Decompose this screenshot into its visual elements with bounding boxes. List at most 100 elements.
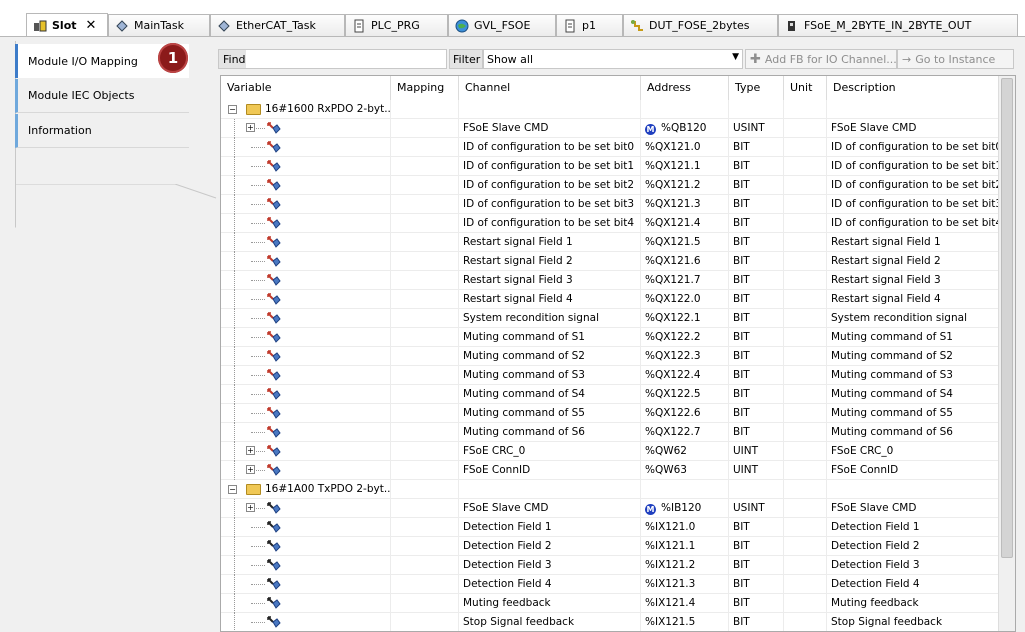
column-header-variable[interactable]: Variable <box>221 76 391 100</box>
cell-mapping[interactable] <box>391 613 459 631</box>
cell-channel <box>459 480 641 499</box>
table-row[interactable]: ID of configuration to be set bit1 %QX121… <box>221 157 998 176</box>
cell-mapping[interactable] <box>391 119 459 138</box>
cell-mapping[interactable] <box>391 157 459 176</box>
tree-line <box>234 423 235 442</box>
tab-gvl-fsoe[interactable]: GVL_FSOE <box>448 14 556 36</box>
tab-slot[interactable]: Slot ✕ <box>26 13 108 37</box>
table-row[interactable]: Muting command of S4 %QX122.5 BIT Muting co… <box>221 385 998 404</box>
cell-type: BIT <box>729 518 784 537</box>
cell-unit <box>784 347 827 366</box>
cell-mapping[interactable] <box>391 195 459 214</box>
cell-description: Detection Field 1 <box>827 518 998 537</box>
find-input[interactable] <box>246 50 446 68</box>
table-row[interactable]: ID of configuration to be set bit3 %QX121… <box>221 195 998 214</box>
table-row[interactable]: Restart signal Field 1 %QX121.5 BIT Restart… <box>221 233 998 252</box>
table-row[interactable]: Muting command of S1 %QX122.2 BIT Muting co… <box>221 328 998 347</box>
cell-mapping[interactable] <box>391 176 459 195</box>
table-group-row[interactable]: − 16#1A00 TxPDO 2-byt... <box>221 480 998 499</box>
table-row[interactable]: Muting command of S5 %QX122.6 BIT Muting co… <box>221 404 998 423</box>
output-channel-icon <box>267 369 281 381</box>
tab-plc-prg[interactable]: PLC_PRG <box>345 14 448 36</box>
cell-mapping[interactable] <box>391 328 459 347</box>
cell-mapping[interactable] <box>391 309 459 328</box>
mapped-marker-icon: M <box>645 504 656 515</box>
table-row[interactable]: + FSoE CRC_0 %QW62 UINT FSoE CRC_0 <box>221 442 998 461</box>
column-header-channel[interactable]: Channel <box>459 76 641 100</box>
table-row[interactable]: ID of configuration to be set bit4 %QX121… <box>221 214 998 233</box>
table-row[interactable]: ID of configuration to be set bit0 %QX121… <box>221 138 998 157</box>
scrollbar-thumb[interactable] <box>1001 78 1013 558</box>
table-group-row[interactable]: − 16#1600 RxPDO 2-byt... <box>221 100 998 119</box>
cell-mapping[interactable] <box>391 214 459 233</box>
cell-mapping[interactable] <box>391 347 459 366</box>
cell-mapping[interactable] <box>391 290 459 309</box>
table-row[interactable]: + FSoE Slave CMD M %IB120 USINT FSoE Slave CM… <box>221 499 998 518</box>
cell-unit <box>784 461 827 480</box>
collapse-icon[interactable]: − <box>228 485 237 494</box>
cell-mapping[interactable] <box>391 556 459 575</box>
description-value: FSoE CRC_0 <box>831 445 894 457</box>
cell-mapping[interactable] <box>391 594 459 613</box>
cell-mapping[interactable] <box>391 138 459 157</box>
cell-mapping[interactable] <box>391 480 459 499</box>
table-row[interactable]: Restart signal Field 3 %QX121.7 BIT Restart… <box>221 271 998 290</box>
cell-address: %QX122.2 <box>641 328 729 347</box>
expand-icon[interactable]: + <box>246 503 255 512</box>
table-row[interactable]: Muting command of S3 %QX122.4 BIT Muting co… <box>221 366 998 385</box>
column-header-type[interactable]: Type <box>729 76 784 100</box>
expand-icon[interactable]: + <box>246 446 255 455</box>
side-tab-information[interactable]: Information <box>15 114 189 148</box>
column-header-mapping[interactable]: Mapping <box>391 76 459 100</box>
cell-mapping[interactable] <box>391 366 459 385</box>
cell-mapping[interactable] <box>391 442 459 461</box>
tab-dut-fose-2bytes[interactable]: DUT_FOSE_2bytes <box>623 14 778 36</box>
table-row[interactable]: Detection Field 3 %IX121.2 BIT Detection Fi… <box>221 556 998 575</box>
filter-select[interactable]: Show all ▼ <box>483 49 743 69</box>
table-row[interactable]: Restart signal Field 2 %QX121.6 BIT Restart… <box>221 252 998 271</box>
cell-mapping[interactable] <box>391 423 459 442</box>
vertical-scrollbar[interactable] <box>998 76 1015 631</box>
table-row[interactable]: + FSoE Slave CMD M %QB120 USINT FSoE Slave CM… <box>221 119 998 138</box>
cell-mapping[interactable] <box>391 537 459 556</box>
add-fb-button[interactable]: ✚ Add FB for IO Channel... <box>745 49 897 69</box>
table-row[interactable]: ID of configuration to be set bit2 %QX121… <box>221 176 998 195</box>
tab-label: FSoE_M_2BYTE_IN_2BYTE_OUT <box>804 19 972 32</box>
cell-mapping[interactable] <box>391 233 459 252</box>
table-row[interactable]: Stop Signal feedback %IX121.5 BIT Stop Sign… <box>221 613 998 631</box>
table-row[interactable]: System recondition signal %QX122.1 BIT Syst… <box>221 309 998 328</box>
table-row[interactable]: Detection Field 1 %IX121.0 BIT Detection Fi… <box>221 518 998 537</box>
table-row[interactable]: Muting command of S2 %QX122.3 BIT Muting co… <box>221 347 998 366</box>
go-to-instance-button[interactable]: → Go to Instance <box>897 49 1014 69</box>
tab-fsoe-module[interactable]: FSoE_M_2BYTE_IN_2BYTE_OUT <box>778 14 1018 36</box>
cell-channel <box>459 100 641 119</box>
cell-mapping[interactable] <box>391 271 459 290</box>
cell-mapping[interactable] <box>391 518 459 537</box>
tree-line <box>234 537 235 556</box>
collapse-icon[interactable]: − <box>228 105 237 114</box>
side-tab-module-iec-objects[interactable]: Module IEC Objects <box>15 79 189 113</box>
cell-mapping[interactable] <box>391 100 459 119</box>
column-header-address[interactable]: Address <box>641 76 729 100</box>
column-header-unit[interactable]: Unit <box>784 76 827 100</box>
table-row[interactable]: Muting command of S6 %QX122.7 BIT Muting co… <box>221 423 998 442</box>
table-row[interactable]: Muting feedback %IX121.4 BIT Muting feedbac… <box>221 594 998 613</box>
expand-icon[interactable]: + <box>246 465 255 474</box>
table-row[interactable]: Restart signal Field 4 %QX122.0 BIT Restart… <box>221 290 998 309</box>
table-row[interactable]: + FSoE ConnID %QW63 UINT FSoE ConnID <box>221 461 998 480</box>
cell-mapping[interactable] <box>391 461 459 480</box>
table-row[interactable]: Detection Field 4 %IX121.3 BIT Detection Fi… <box>221 575 998 594</box>
close-icon[interactable]: ✕ <box>86 18 97 33</box>
tab-maintask[interactable]: MainTask <box>108 14 210 36</box>
cell-mapping[interactable] <box>391 385 459 404</box>
cell-mapping[interactable] <box>391 404 459 423</box>
cell-mapping[interactable] <box>391 499 459 518</box>
cell-unit <box>784 100 827 119</box>
tab-ethercat-task[interactable]: EtherCAT_Task <box>210 14 345 36</box>
cell-mapping[interactable] <box>391 252 459 271</box>
tab-p1[interactable]: p1 <box>556 14 623 36</box>
column-header-description[interactable]: Description <box>827 76 998 100</box>
table-row[interactable]: Detection Field 2 %IX121.1 BIT Detection Fi… <box>221 537 998 556</box>
cell-mapping[interactable] <box>391 575 459 594</box>
expand-icon[interactable]: + <box>246 123 255 132</box>
